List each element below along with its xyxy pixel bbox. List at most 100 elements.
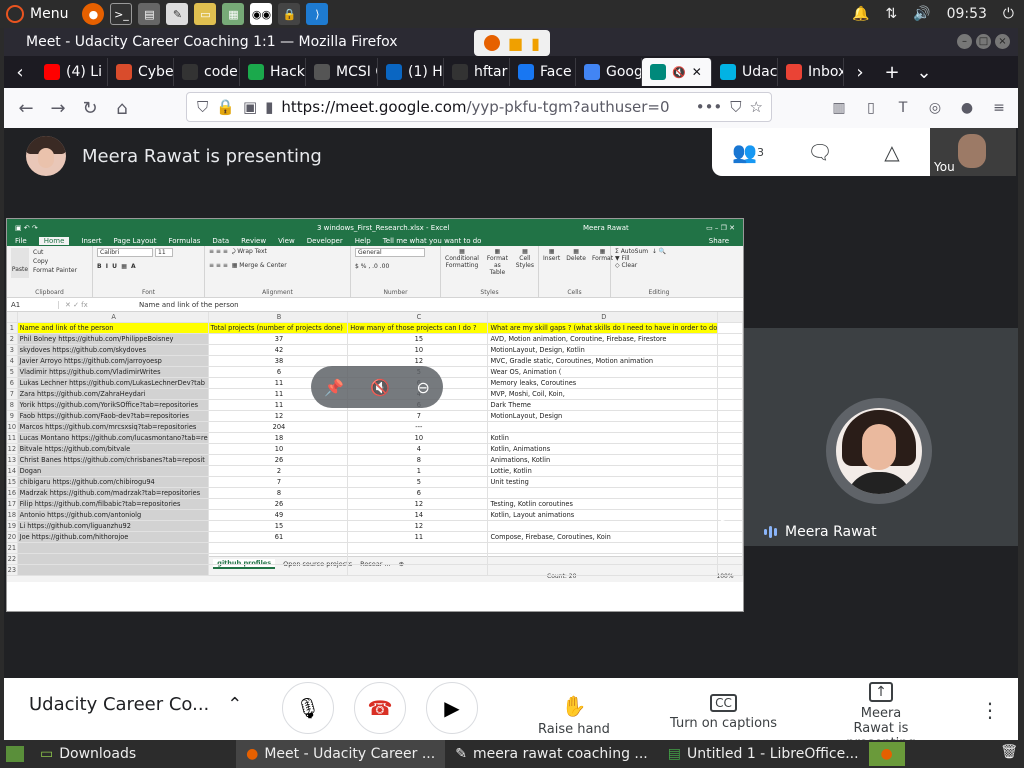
pin-icon[interactable]: 📌 — [324, 378, 344, 397]
table-cell[interactable] — [487, 421, 719, 433]
folder-launcher-icon[interactable]: ▭ — [194, 3, 217, 25]
table-cell[interactable]: Lucas Montano https://github.com/lucasmo… — [17, 432, 209, 444]
spreadsheet-grid[interactable]: A B C D 1 Name and link of the person Total pr… — [7, 312, 743, 576]
table-cell[interactable]: 2 — [208, 465, 349, 477]
trash-icon[interactable]: 🗑 — [1000, 744, 1018, 760]
ribbon-tab-insert[interactable]: Insert — [81, 237, 101, 245]
browser-tab-1[interactable]: Cybe — [108, 58, 174, 86]
system-menu-button[interactable]: Menu — [0, 5, 68, 23]
table-cell[interactable] — [717, 421, 743, 433]
table-cell[interactable]: --- — [347, 421, 489, 433]
new-tab-button[interactable]: + — [876, 56, 908, 88]
table-cell[interactable] — [717, 476, 743, 488]
row-header[interactable]: 22 — [7, 553, 18, 565]
ribbon-tab-page-layout[interactable]: Page Layout — [113, 237, 156, 245]
lock-screen-launcher-icon[interactable]: 🔒 — [278, 3, 301, 25]
table-cell[interactable]: 7 — [208, 476, 349, 488]
table-cell[interactable] — [717, 322, 743, 334]
table-cell[interactable] — [17, 564, 209, 576]
table-cell[interactable]: Yorik https://github.com/YorikSOffice?ta… — [17, 399, 209, 411]
table-cell[interactable]: 10 — [347, 432, 489, 444]
table-cell[interactable]: Christ Banes https://github.com/chrisban… — [17, 454, 209, 466]
remove-icon[interactable]: ⊖ — [416, 378, 429, 397]
clipboard-item-0[interactable]: Cut — [33, 248, 88, 257]
clipboard-item-1[interactable]: Copy — [33, 257, 88, 266]
formula-input[interactable]: Name and link of the person — [139, 301, 239, 309]
table-cell[interactable]: What are my skill gaps ? (what skills do… — [487, 322, 719, 334]
table-cell[interactable]: 5 — [347, 476, 489, 488]
monitor-launcher-icon[interactable]: ▦ — [222, 3, 245, 25]
table-cell[interactable]: 12 — [347, 355, 489, 367]
table-cell[interactable] — [717, 377, 743, 389]
row-header[interactable]: 20 — [7, 531, 18, 543]
row-header[interactable]: 21 — [7, 542, 18, 554]
table-cell[interactable] — [347, 553, 489, 565]
row-header[interactable]: 14 — [7, 465, 18, 477]
ribbon-tab-formulas[interactable]: Formulas — [168, 237, 200, 245]
browser-tab-7[interactable]: Face — [510, 58, 576, 86]
column-header[interactable]: C — [347, 312, 489, 323]
row-header[interactable]: 15 — [7, 476, 18, 488]
leave-call-button[interactable]: ☎ — [354, 682, 406, 734]
maximize-button[interactable]: □ — [976, 34, 991, 49]
table-cell[interactable] — [717, 388, 743, 400]
table-cell[interactable] — [347, 564, 489, 576]
table-cell[interactable]: How many of those projects can I do ? — [347, 322, 489, 334]
files-launcher-icon[interactable]: ▤ — [138, 3, 161, 25]
reload-button[interactable]: ↻ — [74, 92, 106, 124]
clipboard-item-2[interactable]: Format Painter — [33, 266, 88, 275]
row-header[interactable]: 12 — [7, 443, 18, 455]
row-header[interactable]: 13 — [7, 454, 18, 466]
table-cell[interactable] — [717, 333, 743, 345]
table-cell[interactable]: MVP, Moshi, Coil, Koin, — [487, 388, 719, 400]
table-cell[interactable]: Memory leaks, Coroutines — [487, 377, 719, 389]
permissions-camera-icon[interactable]: ▣ — [243, 98, 257, 116]
excel-share-button[interactable]: Share — [709, 237, 729, 245]
table-cell[interactable]: 26 — [208, 454, 349, 466]
close-tab-icon[interactable]: ✕ — [692, 65, 702, 79]
column-header[interactable]: B — [208, 312, 349, 323]
table-cell[interactable]: chibigaru https://github.com/chibirogu94 — [17, 476, 209, 488]
more-options-icon[interactable]: ⋮ — [980, 698, 1000, 722]
table-cell[interactable]: Kotlin — [487, 432, 719, 444]
meeting-details-button[interactable]: Udacity Career Co... ⌃ — [29, 694, 242, 715]
row-header[interactable]: 2 — [7, 333, 18, 345]
row-header[interactable]: 8 — [7, 399, 18, 411]
tell-me-search[interactable]: Tell me what you want to do — [383, 237, 482, 245]
table-cell[interactable]: Dogan — [17, 465, 209, 477]
firefox-launcher-icon[interactable]: ● — [82, 3, 105, 25]
list-all-tabs-icon[interactable]: ⌄ — [908, 56, 940, 88]
tab-scroll-left-icon[interactable]: ‹ — [4, 56, 36, 88]
task-meet-firefox[interactable]: ● Meet - Udacity Career ... — [236, 740, 446, 768]
ribbon-tab-help[interactable]: Help — [355, 237, 371, 245]
browser-tab-6[interactable]: hftar — [444, 58, 510, 86]
row-header[interactable]: 3 — [7, 344, 18, 356]
table-cell[interactable] — [717, 454, 743, 466]
table-cell[interactable]: Bitvale https://github.com/bitvale — [17, 443, 209, 455]
table-cell[interactable]: 11 — [347, 531, 489, 543]
mute-icon[interactable]: 🔇 — [370, 378, 390, 397]
column-header[interactable]: D — [487, 312, 719, 323]
terminal-launcher-icon[interactable]: >_ — [110, 3, 133, 25]
volume-icon[interactable]: 🔊 — [913, 6, 930, 22]
table-cell[interactable]: Marcos https://github.com/mrcsxsiq?tab=r… — [17, 421, 209, 433]
table-cell[interactable]: 12 — [347, 498, 489, 510]
notifications-bell-icon[interactable]: 🔔 — [852, 6, 869, 22]
table-cell[interactable]: Zara https://github.com/ZahraHeydari — [17, 388, 209, 400]
table-cell[interactable] — [487, 520, 719, 532]
url-text[interactable]: https://meet.google.com/yyp-pkfu-tgm?aut… — [281, 98, 669, 116]
table-cell[interactable] — [717, 465, 743, 477]
ribbon-tab-view[interactable]: View — [278, 237, 295, 245]
task-downloads[interactable]: ▭ Downloads — [30, 740, 146, 768]
table-cell[interactable] — [17, 553, 209, 565]
bookmark-star-icon[interactable]: ☆ — [750, 98, 763, 116]
camera-button[interactable]: ▶ — [426, 682, 478, 734]
table-cell[interactable]: Kotlin, Animations — [487, 443, 719, 455]
people-button[interactable]: 👥 3 — [712, 140, 784, 164]
font-size-select[interactable]: 11 — [155, 248, 173, 257]
sidebar-icon[interactable]: ▯ — [858, 95, 884, 121]
table-cell[interactable] — [487, 564, 719, 576]
table-cell[interactable]: 7 — [347, 410, 489, 422]
table-cell[interactable] — [717, 355, 743, 367]
table-cell[interactable]: Animations, Kotlin — [487, 454, 719, 466]
